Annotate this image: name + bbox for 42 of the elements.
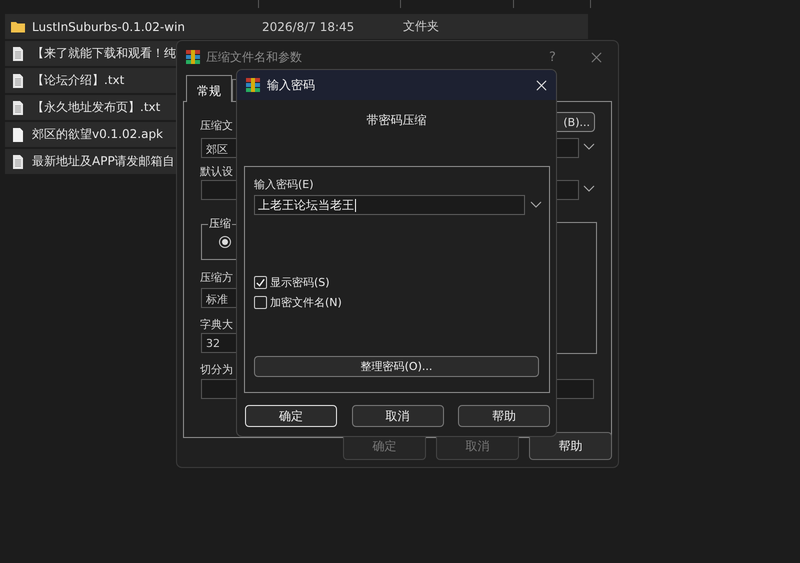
- document-icon: [10, 100, 26, 116]
- file-name: 【永久地址发布页】.txt: [32, 99, 160, 116]
- file-icon: [10, 126, 26, 142]
- field-label: 默认设: [200, 164, 233, 179]
- archive-app-icon: [185, 49, 201, 65]
- file-name: LustInSuburbs-0.1.02-win: [32, 20, 186, 34]
- help-button[interactable]: ?: [549, 50, 556, 64]
- file-name: 最新地址及APP请发邮箱自: [32, 153, 175, 170]
- field-label: 压缩文: [200, 118, 233, 133]
- checkbox[interactable]: [254, 276, 267, 289]
- chevron-down-icon[interactable]: [530, 201, 542, 209]
- dialog-heading: 带密码压缩: [366, 112, 426, 129]
- document-icon: [10, 154, 26, 170]
- radio-button[interactable]: [219, 236, 231, 248]
- dialog-button[interactable]: 确定: [245, 405, 337, 427]
- archive-app-icon: [245, 77, 261, 93]
- password-field[interactable]: 上老王论坛当老王: [254, 195, 525, 215]
- chevron-down-icon[interactable]: [583, 143, 595, 151]
- file-date: 2026/8/7 18:45: [262, 20, 354, 34]
- dialog-button[interactable]: 帮助: [458, 405, 550, 427]
- tab[interactable]: 常规: [186, 75, 232, 102]
- file-name: 【来了就能下载和观看！纯: [32, 45, 176, 62]
- file-name: 【论坛介绍】.txt: [32, 72, 124, 89]
- group-label: 压缩: [208, 216, 232, 231]
- dialog-button[interactable]: 帮助: [529, 432, 612, 460]
- file-row[interactable]: LustInSuburbs-0.1.02-win 2026/8/7 18:45 文件夹: [5, 14, 588, 39]
- field-label: 字典大: [200, 317, 233, 332]
- dialog-button[interactable]: 取消: [352, 405, 444, 427]
- checkbox[interactable]: [254, 296, 267, 309]
- file-name: 郊区的欲望v0.1.02.apk: [32, 126, 164, 143]
- organize-passwords-button[interactable]: 整理密码(O)...: [254, 356, 539, 377]
- window-title: 压缩文件名和参数: [206, 48, 302, 66]
- document-icon: [10, 46, 26, 62]
- window-title: 输入密码: [267, 76, 315, 94]
- checkbox-label[interactable]: 加密文件名(N): [270, 295, 342, 310]
- password-label: 输入密码(E): [254, 177, 314, 192]
- field-label: 压缩方: [200, 270, 233, 285]
- checkbox-label[interactable]: 显示密码(S): [270, 275, 330, 290]
- field-label: 切分为: [200, 362, 233, 377]
- file-type: 文件夹: [403, 18, 439, 35]
- chevron-down-icon[interactable]: [583, 185, 595, 193]
- document-icon: [10, 72, 26, 88]
